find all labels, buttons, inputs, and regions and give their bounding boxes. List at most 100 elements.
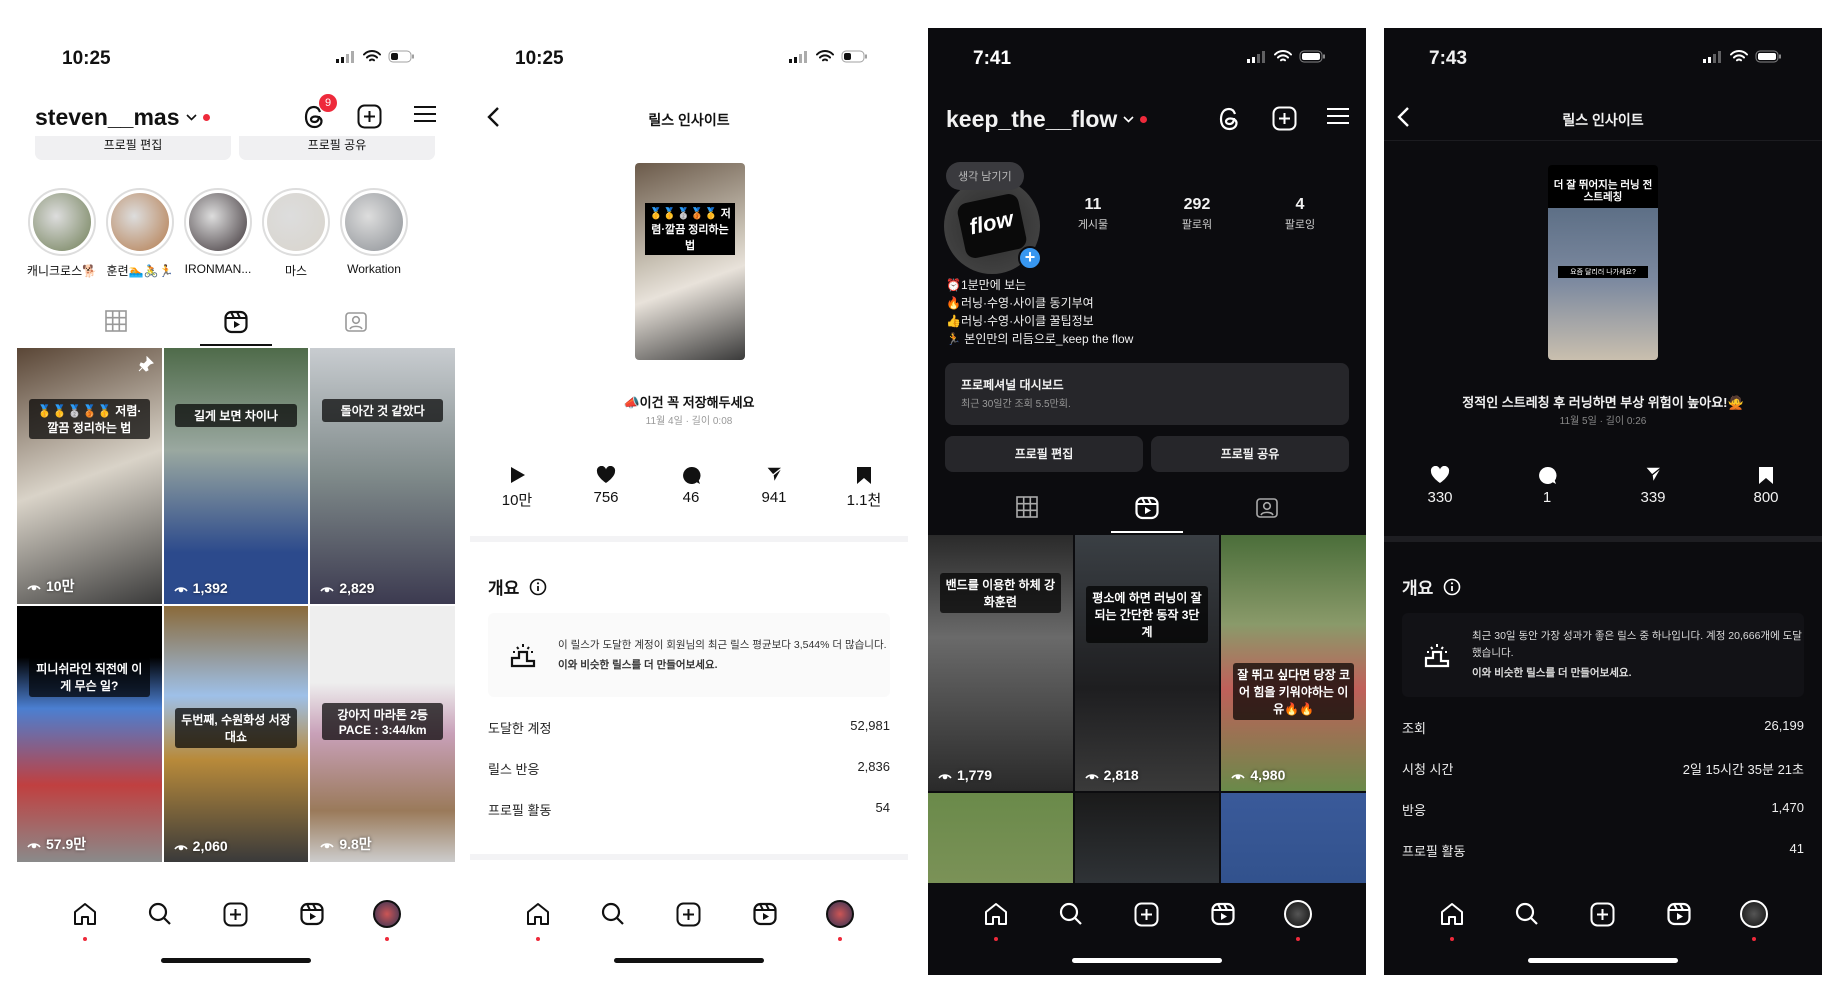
tab-tagged[interactable] [1255,496,1278,520]
view-count-value: 1,392 [192,580,228,596]
chevron-down-icon [1123,115,1134,124]
reel-caption: 길게 보면 차이나 [175,404,297,428]
view-count-value: 57.9만 [46,836,87,852]
nav-avatar[interactable] [1281,897,1315,941]
nav-reels[interactable] [1206,897,1240,931]
reel-thumbnail[interactable]: 🥇🥇🥈🥉🥇 저렴·깔끔 정리하는 법 10만 [17,348,162,604]
status-time: 10:25 [515,48,564,69]
notification-dot [1449,937,1454,941]
professional-dashboard[interactable]: 프로페셔널 대시보드 최근 30일간 조회 5.5만회. [945,363,1349,425]
metric-row: 도달한 계정 52,981 [488,718,890,737]
account-switcher[interactable]: steven__mas [35,104,210,131]
info-icon[interactable] [529,578,547,596]
create-button[interactable] [357,104,382,129]
profile-count[interactable]: 292 팔로워 [1157,196,1237,232]
reel-meta: 11월 5일 · 길이 0:26 [1559,416,1647,427]
info-icon[interactable] [1443,578,1461,596]
count-label: 팔로잉 [1284,219,1316,231]
nav-home[interactable] [979,897,1013,941]
reel-thumbnail[interactable]: 밴드를 이용한 하체 강화훈련 1,779 [928,535,1073,791]
podium-icon [510,642,536,668]
nav-plus[interactable] [219,897,253,931]
signal-icon [789,50,809,63]
menu-button[interactable] [413,104,437,124]
highlight-cover [184,188,252,256]
nav-reels[interactable] [295,897,329,931]
username: steven__mas [35,104,180,130]
story-highlight[interactable]: Workation [337,188,411,276]
profile-count[interactable]: 4 팔로잉 [1260,196,1340,232]
reel-thumbnail[interactable]: 돌아간 것 같았다 2,829 [310,348,455,604]
story-highlight[interactable]: 훈련🏊🚴🏃 [103,188,177,279]
highlight-label: 마스 [284,264,308,278]
reel-thumbnail[interactable]: 두번째, 수원화성 서장대쇼 2,060 [163,606,309,862]
status-time: 10:25 [62,48,111,69]
stat-value: 756 [593,489,619,506]
story-highlight[interactable]: IRONMAN... [181,188,255,276]
status-icons [336,50,415,63]
nav-avatar[interactable] [370,897,404,941]
eye-icon [938,770,952,780]
tab-tagged[interactable] [344,310,367,334]
tab-grid[interactable] [105,310,128,334]
share-profile-button[interactable]: 프로필 공유 [1151,436,1349,472]
status-icons [1247,50,1326,63]
nav-avatar[interactable] [1737,897,1771,941]
search-icon [1514,901,1540,927]
share-profile-button[interactable]: 프로필 공유 [239,136,435,160]
nav-home[interactable] [68,897,102,941]
tab-reels[interactable] [1135,496,1159,520]
threads-button[interactable] [1218,106,1242,132]
nav-reels[interactable] [748,897,782,931]
highlight-image [267,193,325,251]
phone-profile-dark: 7:41 keep_the__flow flow + 생각 남기기 ⏰1분만에 … [928,28,1366,975]
reel-thumbnail[interactable]: 피니쉬라인 직전에 이게 무슨 일? 57.9만 [17,606,162,862]
reel-thumbnail[interactable]: 강아지 마라톤 2등 PACE : 3:44/km 9.8만 [310,606,455,862]
notification-dot [202,114,210,121]
tab-reels[interactable] [224,310,248,334]
reel-thumbnail[interactable]: 평소에 하면 러닝이 잘 되는 간단한 동작 3단계 2,818 [1074,535,1220,791]
nav-search[interactable] [1054,897,1088,931]
reel-caption: 돌아간 것 같았다 [321,399,444,423]
edit-profile-button[interactable]: 프로필 편집 [945,436,1143,472]
comment-icon [651,465,731,485]
home-icon [983,901,1009,927]
reel-thumbnail[interactable]: 더 잘 뛰어지는 러닝 전 스트레칭 요즘 달리러 나가세요? [1548,165,1658,360]
count-value: 292 [1183,196,1211,213]
profile-avatar-icon [826,900,855,928]
count-value: 4 [1295,196,1305,213]
notification-dot [385,937,390,941]
nav-home[interactable] [1435,897,1469,941]
reel-thumbnail[interactable]: 잘 뛰고 싶다면 당장 코어 힘을 키워야하는 이유🔥🔥 4,980 [1221,535,1366,791]
stat-heart: 756 [566,465,646,506]
nav-home[interactable] [521,897,555,941]
avatar[interactable]: flow + [944,178,1042,274]
nav-search[interactable] [143,897,177,931]
nav-search[interactable] [1510,897,1544,931]
nav-avatar[interactable] [823,897,857,941]
story-highlight[interactable]: 마스 [259,188,333,279]
threads-button[interactable]: 9 [303,94,337,130]
plus-icon [676,902,701,927]
story-highlight[interactable]: 캐니크로스🐕 [25,188,99,279]
menu-button[interactable] [1326,106,1350,126]
battery-icon [388,50,415,63]
tab-grid[interactable] [1016,496,1039,520]
create-button[interactable] [1272,106,1297,131]
plus-square-icon [1272,106,1297,131]
search-icon [1058,901,1084,927]
view-count-value: 10만 [46,578,75,594]
count-label: 게시물 [1077,219,1109,231]
edit-profile-button[interactable]: 프로필 편집 [35,136,231,160]
nav-plus[interactable] [1130,897,1164,931]
reel-thumbnail[interactable]: 🥇🥇🥈🥉🥇 저렴·깔끔 정리하는 법 [635,163,745,360]
nav-reels[interactable] [1662,897,1696,931]
nav-plus[interactable] [1586,897,1620,931]
reel-thumbnail[interactable]: 길게 보면 차이나 1,392 [163,348,309,604]
nav-plus[interactable] [672,897,706,931]
add-story-icon[interactable]: + [1018,246,1042,270]
account-switcher[interactable]: keep_the__flow [946,106,1148,133]
note-bubble[interactable]: 생각 남기기 [946,162,1024,190]
nav-search[interactable] [596,897,630,931]
profile-count[interactable]: 11 게시물 [1053,196,1133,232]
